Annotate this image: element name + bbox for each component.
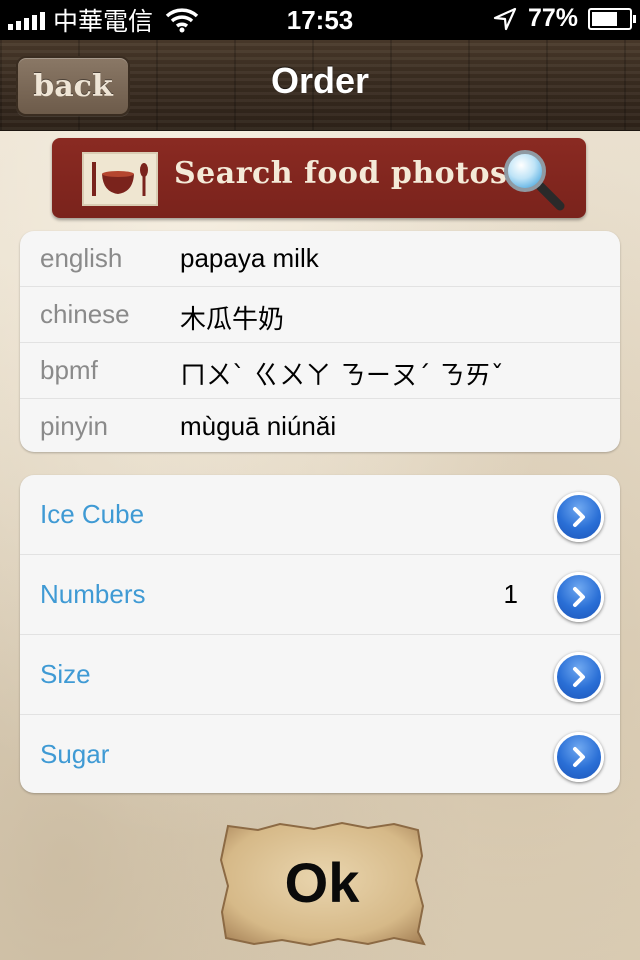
magnifier-icon bbox=[504, 150, 565, 211]
info-label: english bbox=[40, 243, 123, 273]
info-label: pinyin bbox=[40, 411, 108, 441]
page-title: Order bbox=[270, 60, 370, 101]
location-arrow-icon bbox=[493, 7, 517, 30]
option-row-ice-cube[interactable]: Ice Cube bbox=[20, 475, 620, 555]
info-label: bpmf bbox=[40, 355, 98, 385]
search-banner-label: Search food photos. bbox=[174, 156, 519, 191]
option-row-sugar[interactable]: Sugar bbox=[20, 715, 620, 793]
chevron-right-icon[interactable] bbox=[554, 572, 604, 622]
option-label: Sugar bbox=[40, 739, 110, 769]
navigation-bar: back Order bbox=[0, 40, 640, 131]
ok-button[interactable]: Ok bbox=[218, 820, 426, 948]
battery-fill bbox=[592, 11, 617, 26]
info-row-pinyin: pinyin mùguā niúnǎi bbox=[20, 399, 620, 452]
rice-bowl-icon bbox=[82, 152, 158, 206]
chevron-right-icon[interactable] bbox=[554, 652, 604, 702]
info-row-english: english papaya milk bbox=[20, 231, 620, 287]
info-label: chinese bbox=[40, 299, 130, 329]
option-label: Size bbox=[40, 659, 91, 689]
chevron-right-icon[interactable] bbox=[554, 732, 604, 782]
chevron-right-icon[interactable] bbox=[554, 492, 604, 542]
option-row-numbers[interactable]: Numbers 1 bbox=[20, 555, 620, 635]
info-value: 木瓜牛奶 bbox=[180, 305, 285, 335]
search-food-photos-button[interactable]: Search food photos. bbox=[52, 138, 586, 218]
option-value: 1 bbox=[503, 579, 518, 609]
option-label: Numbers bbox=[40, 579, 146, 609]
food-info-table: english papaya milk chinese 木瓜牛奶 bpmf ㄇㄨ… bbox=[20, 231, 620, 452]
info-row-bpmf: bpmf ㄇㄨˋ ㄍㄨㄚ ㄋㄧㄡˊ ㄋㄞˇ bbox=[20, 343, 620, 399]
option-label: Ice Cube bbox=[40, 499, 145, 529]
status-bar: 中華電信 17:53 77% bbox=[0, 0, 640, 40]
info-value: mùguā niúnǎi bbox=[180, 411, 337, 441]
ok-button-label: Ok bbox=[284, 851, 360, 914]
info-value: papaya milk bbox=[180, 243, 319, 273]
battery-percentage: 77% bbox=[527, 4, 578, 32]
battery-icon bbox=[588, 7, 636, 30]
order-options-table: Ice Cube Numbers 1 Size Sugar bbox=[20, 475, 620, 793]
option-row-size[interactable]: Size bbox=[20, 635, 620, 715]
info-value: ㄇㄨˋ ㄍㄨㄚ ㄋㄧㄡˊ ㄋㄞˇ bbox=[180, 361, 504, 391]
info-row-chinese: chinese 木瓜牛奶 bbox=[20, 287, 620, 343]
